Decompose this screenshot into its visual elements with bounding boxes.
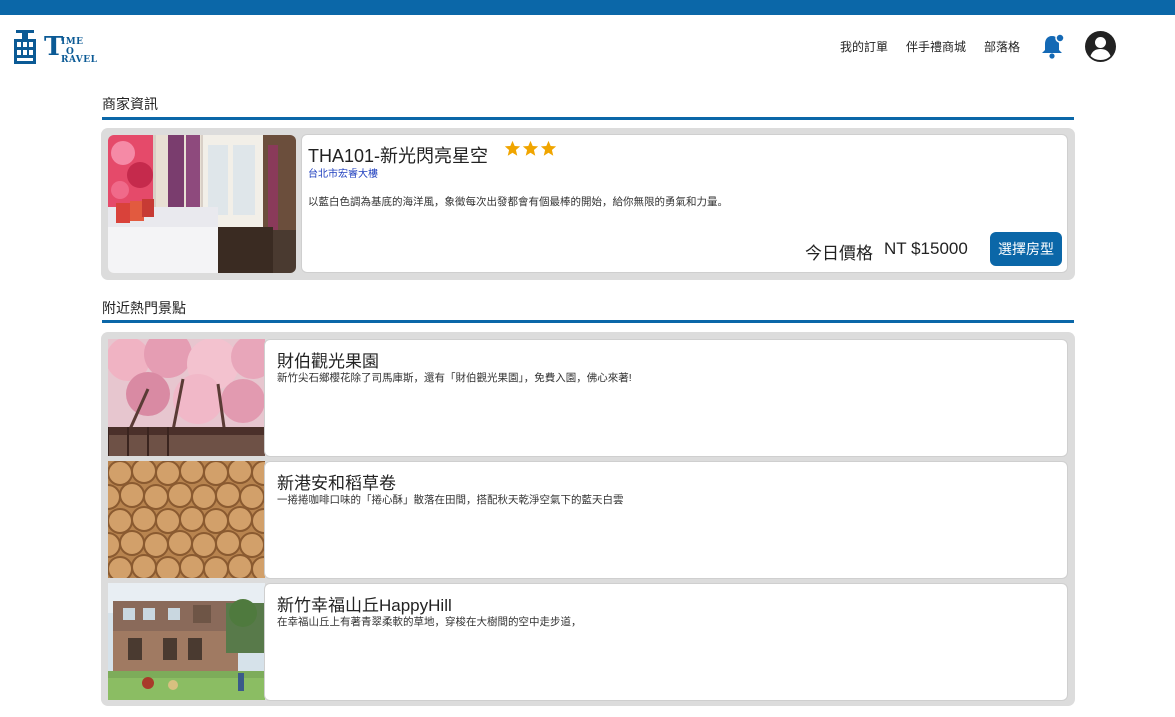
- logo-tower-icon: [14, 30, 36, 64]
- star-icon: [522, 140, 539, 156]
- nearby-section-title: 附近熱門景點: [102, 300, 186, 316]
- attraction-card[interactable]: 新竹幸福山丘HappyHill 在幸福山丘上有著青翠柔軟的草地，穿梭在大樹間的空…: [264, 583, 1068, 701]
- merchant-address-link[interactable]: 台北市宏睿大樓: [308, 165, 378, 180]
- logo-letters: IME: [61, 37, 84, 47]
- nav-souvenir-shop[interactable]: 伴手禮商城: [906, 38, 966, 56]
- logo[interactable]: T IME O RAVEL: [14, 30, 104, 66]
- nav-my-orders[interactable]: 我的訂單: [840, 38, 888, 56]
- star-rating: [504, 140, 557, 162]
- star-icon: [504, 140, 521, 156]
- bell-icon[interactable]: [1041, 33, 1065, 59]
- attraction-description: 一捲捲咖啡口味的「捲心酥」散落在田間，搭配秋天乾淨空氣下的藍天白雲: [277, 494, 624, 506]
- attraction-description: 新竹尖石鄉櫻花除了司馬庫斯，還有「財伯觀光果園」，免費入園，佛心來著!: [277, 372, 632, 384]
- merchant-card: THA101-新光閃亮星空 台北市宏睿大樓 以藍白色調為基底的海洋風，象徵每次出…: [301, 134, 1068, 273]
- price-label: 今日價格: [805, 244, 873, 263]
- merchant-panel: THA101-新光閃亮星空 台北市宏睿大樓 以藍白色調為基底的海洋風，象徵每次出…: [101, 128, 1075, 280]
- user-account-icon[interactable]: [1085, 31, 1116, 62]
- choose-room-button[interactable]: 選擇房型: [990, 232, 1062, 266]
- star-icon: [540, 140, 557, 156]
- container-building-photo: [108, 583, 265, 700]
- merchant-section-title: 商家資訊: [102, 96, 158, 112]
- price-value: NT $15000: [884, 239, 968, 258]
- section-divider: [102, 320, 1074, 323]
- attraction-name: 新竹幸福山丘HappyHill: [277, 596, 452, 615]
- attraction-description: 在幸福山丘上有著青翠柔軟的草地，穿梭在大樹間的空中走步道，: [277, 616, 582, 628]
- logo-letters: RAVEL: [61, 55, 98, 65]
- merchant-description: 以藍白色調為基底的海洋風，象徵每次出發都會有個最棒的開始，給你無限的勇氣和力量。: [308, 196, 728, 208]
- attraction-name: 財伯觀光果園: [277, 352, 379, 371]
- nearby-attractions-panel: 財伯觀光果園 新竹尖石鄉櫻花除了司馬庫斯，還有「財伯觀光果園」，免費入園，佛心來…: [101, 332, 1075, 706]
- hotel-room-photo: [108, 135, 296, 273]
- attraction-card[interactable]: 新港安和稻草卷 一捲捲咖啡口味的「捲心酥」散落在田間，搭配秋天乾淨空氣下的藍天白…: [264, 461, 1068, 579]
- hay-bales-photo: [108, 461, 265, 578]
- section-divider: [102, 117, 1074, 120]
- attraction-name: 新港安和稻草卷: [277, 474, 396, 493]
- attraction-card[interactable]: 財伯觀光果園 新竹尖石鄉櫻花除了司馬庫斯，還有「財伯觀光果園」，免費入園，佛心來…: [264, 339, 1068, 457]
- top-brand-bar: [0, 0, 1175, 15]
- cherry-blossom-photo: [108, 339, 265, 456]
- nav-blog[interactable]: 部落格: [984, 38, 1020, 56]
